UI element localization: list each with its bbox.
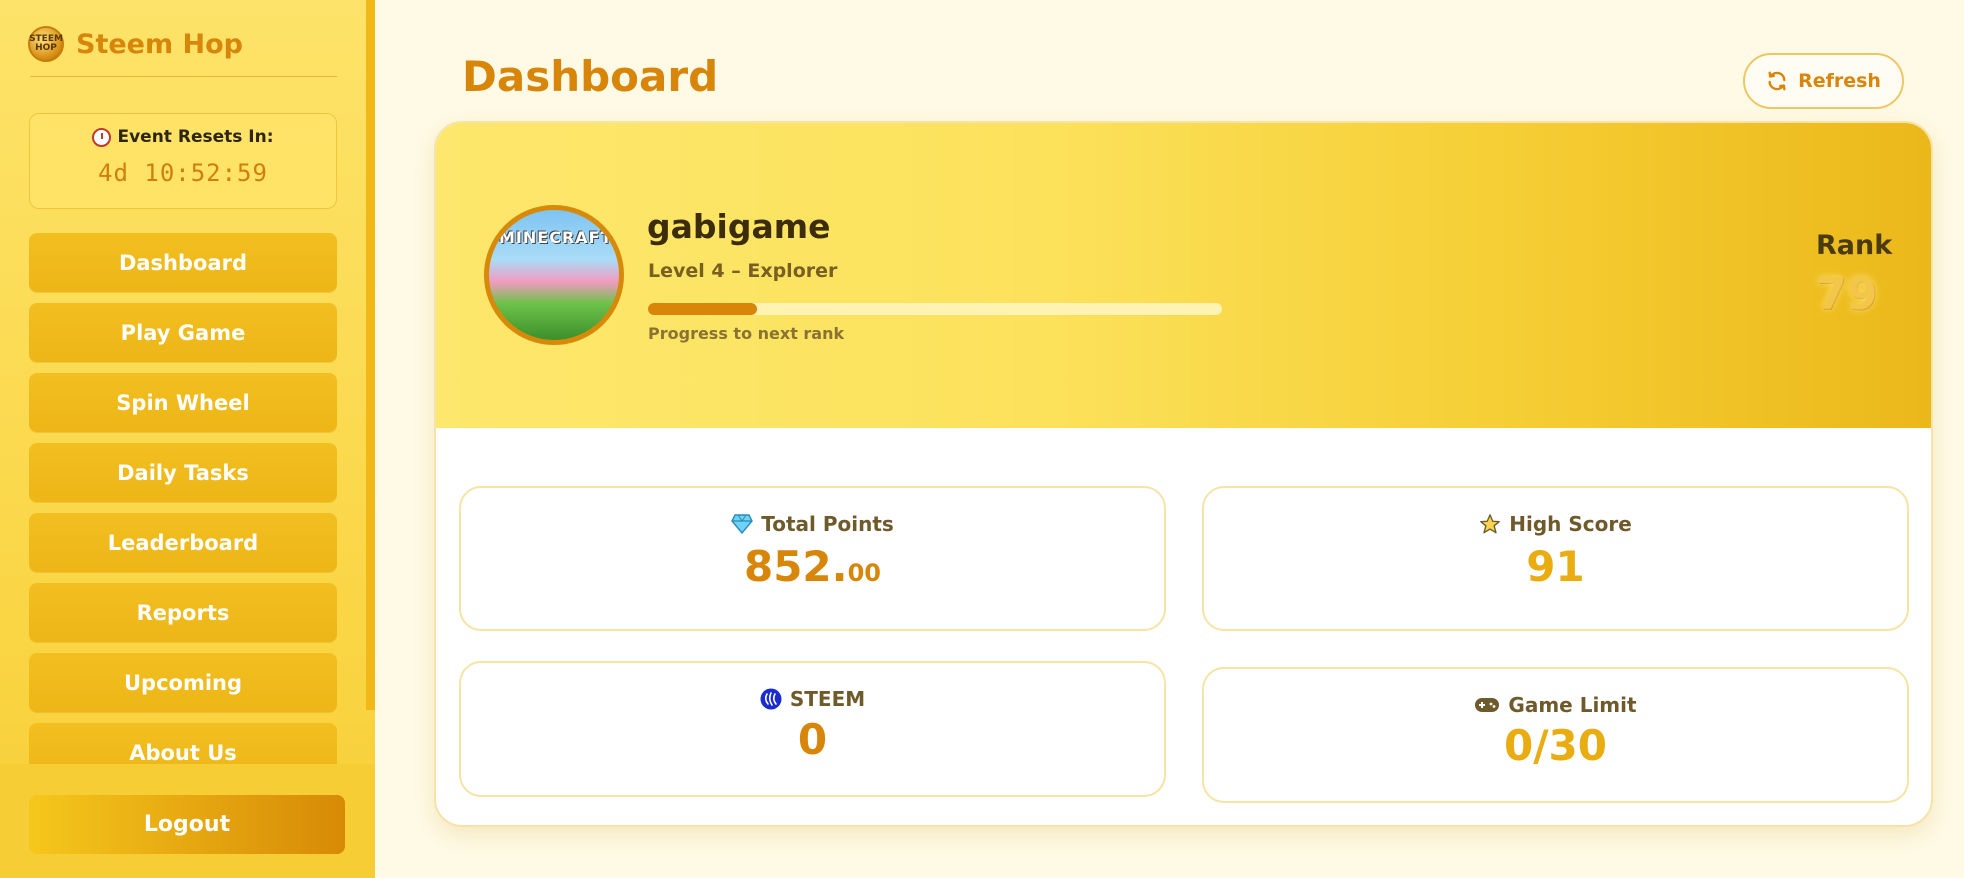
stat-steem-value: 0 [797, 715, 828, 764]
refresh-label: Refresh [1798, 70, 1881, 92]
rank-value: 79 [1816, 269, 1878, 320]
rank-progress-label: Progress to next rank [648, 324, 845, 343]
diamond-icon [731, 514, 754, 534]
rank-progress-bar [648, 303, 1222, 315]
stat-total-points-label: Total Points [461, 512, 1164, 536]
stat-high-score-text: High Score [1509, 512, 1632, 536]
sidebar-item-about-us[interactable]: About Us [29, 723, 337, 765]
refresh-button[interactable]: Refresh [1743, 53, 1904, 109]
rank-label: Rank [1816, 230, 1893, 261]
brand[interactable]: STEEM HOP Steem Hop [28, 26, 243, 62]
refresh-icon [1768, 71, 1786, 91]
profile-hero: MINECRAFT gabigame Level 4 – Explorer Pr… [436, 123, 1931, 428]
sidebar-scrollbar[interactable] [366, 0, 375, 710]
event-reset-box: Event Resets In: 4d 10:52:59 [29, 113, 337, 209]
page-title: Dashboard [462, 52, 719, 101]
dashboard-card: MINECRAFT gabigame Level 4 – Explorer Pr… [434, 121, 1933, 827]
gamepad-icon [1475, 698, 1500, 712]
stat-steem-label: STEEM [461, 687, 1164, 711]
stat-total-points-text: Total Points [761, 512, 894, 536]
stat-total-points: Total Points 852.00 [459, 486, 1166, 631]
alarm-clock-icon [92, 127, 112, 147]
sidebar-item-leaderboard[interactable]: Leaderboard [29, 513, 337, 572]
stat-game-limit-label: Game Limit [1204, 693, 1907, 717]
stat-game-limit: Game Limit 0/30 [1202, 667, 1909, 803]
stat-total-points-value: 852.00 [461, 542, 1164, 591]
stat-total-points-decimals: 00 [847, 559, 882, 587]
stat-game-limit-value: 0/30 [1503, 721, 1607, 770]
avatar: MINECRAFT [484, 205, 624, 345]
sidebar-item-dashboard[interactable]: Dashboard [29, 233, 337, 292]
event-reset-timer: 4d 10:52:59 [98, 159, 268, 187]
avatar-logo-text: MINECRAFT [499, 228, 613, 247]
star-icon [1480, 514, 1501, 534]
event-reset-label: Event Resets In: [30, 127, 336, 147]
sidebar-item-play-game[interactable]: Play Game [29, 303, 337, 362]
stat-high-score-label: High Score [1204, 512, 1907, 536]
sidebar-item-reports[interactable]: Reports [29, 583, 337, 642]
sidebar-item-upcoming[interactable]: Upcoming [29, 653, 337, 712]
sidebar-item-spin-wheel[interactable]: Spin Wheel [29, 373, 337, 432]
sidebar-nav: Dashboard Play Game Spin Wheel Daily Tas… [29, 233, 337, 765]
brand-name: Steem Hop [76, 28, 243, 60]
event-reset-text: Event Resets In: [117, 127, 274, 147]
username: gabigame [647, 207, 831, 246]
steem-icon [760, 688, 782, 710]
sidebar: STEEM HOP Steem Hop Event Resets In: 4d … [0, 0, 375, 878]
stat-high-score: High Score 91 [1202, 486, 1909, 631]
stat-total-points-int: 852. [743, 542, 848, 591]
level-label: Level 4 – Explorer [648, 260, 838, 282]
stat-steem-text: STEEM [789, 687, 866, 711]
brand-logo-icon: STEEM HOP [28, 26, 64, 62]
brand-divider [30, 76, 337, 77]
sidebar-item-daily-tasks[interactable]: Daily Tasks [29, 443, 337, 502]
stat-game-limit-text: Game Limit [1508, 693, 1637, 717]
rank-progress-fill [648, 303, 758, 315]
stat-high-score-value: 91 [1526, 542, 1585, 591]
logout-button[interactable]: Logout [29, 795, 345, 854]
stat-steem: STEEM 0 [459, 661, 1166, 797]
